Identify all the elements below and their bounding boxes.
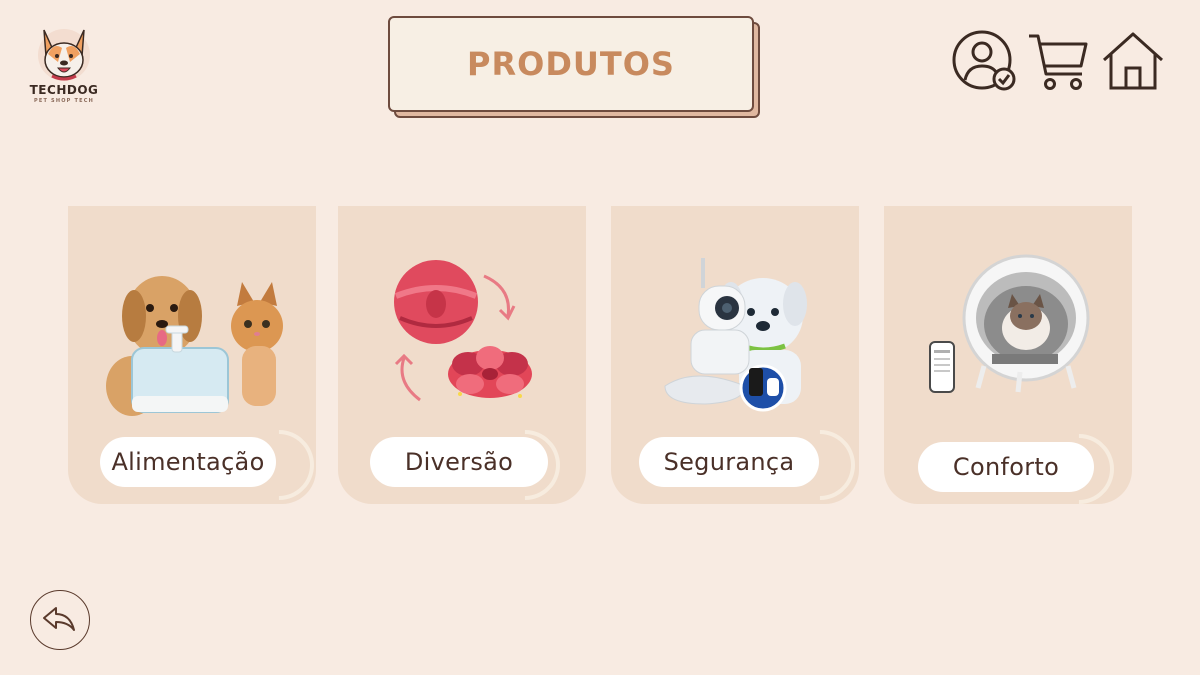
page-title: PRODUTOS [467, 45, 675, 83]
user-check-icon [952, 30, 1016, 91]
category-card-diversao[interactable]: Diversão [338, 206, 586, 515]
dog-logo-icon [38, 29, 90, 81]
dog-cat-fountain-image [106, 276, 283, 416]
red-toy-ball-image [394, 260, 532, 402]
category-button-seguranca[interactable]: Segurança [639, 437, 819, 487]
category-label: Diversão [404, 448, 514, 476]
page-title-banner: PRODUTOS [388, 16, 760, 118]
account-button[interactable] [952, 30, 1016, 94]
category-image-security [635, 246, 835, 426]
shopping-cart-icon [1029, 34, 1088, 90]
category-image-food [92, 246, 292, 426]
cart-button[interactable] [1026, 30, 1090, 94]
title-box: PRODUTOS [388, 16, 754, 112]
category-card-conforto[interactable]: Conforto [884, 206, 1132, 519]
category-image-fun [362, 246, 562, 426]
back-arrow-icon [43, 607, 75, 631]
category-label: Segurança [663, 448, 795, 476]
category-card-seguranca[interactable]: Segurança [611, 206, 870, 515]
brand-logo: TECHDOG PET SHOP TECH [28, 22, 100, 112]
category-button-conforto[interactable]: Conforto [918, 442, 1094, 492]
security-camera-dog-image [664, 258, 807, 412]
category-button-alimentacao[interactable]: Alimentação [100, 437, 276, 487]
back-button[interactable] [30, 590, 90, 650]
category-image-comfort [908, 246, 1108, 426]
brand-name: TECHDOG [29, 83, 99, 97]
brand-tagline: PET SHOP TECH [34, 98, 94, 104]
category-label: Conforto [952, 453, 1060, 481]
category-label: Alimentação [111, 448, 265, 476]
home-button[interactable] [1101, 30, 1165, 94]
smart-litter-box-image [929, 254, 1090, 393]
home-icon [1102, 32, 1164, 90]
category-card-alimentacao[interactable]: Alimentação [68, 206, 329, 515]
category-button-diversao[interactable]: Diversão [370, 437, 548, 487]
